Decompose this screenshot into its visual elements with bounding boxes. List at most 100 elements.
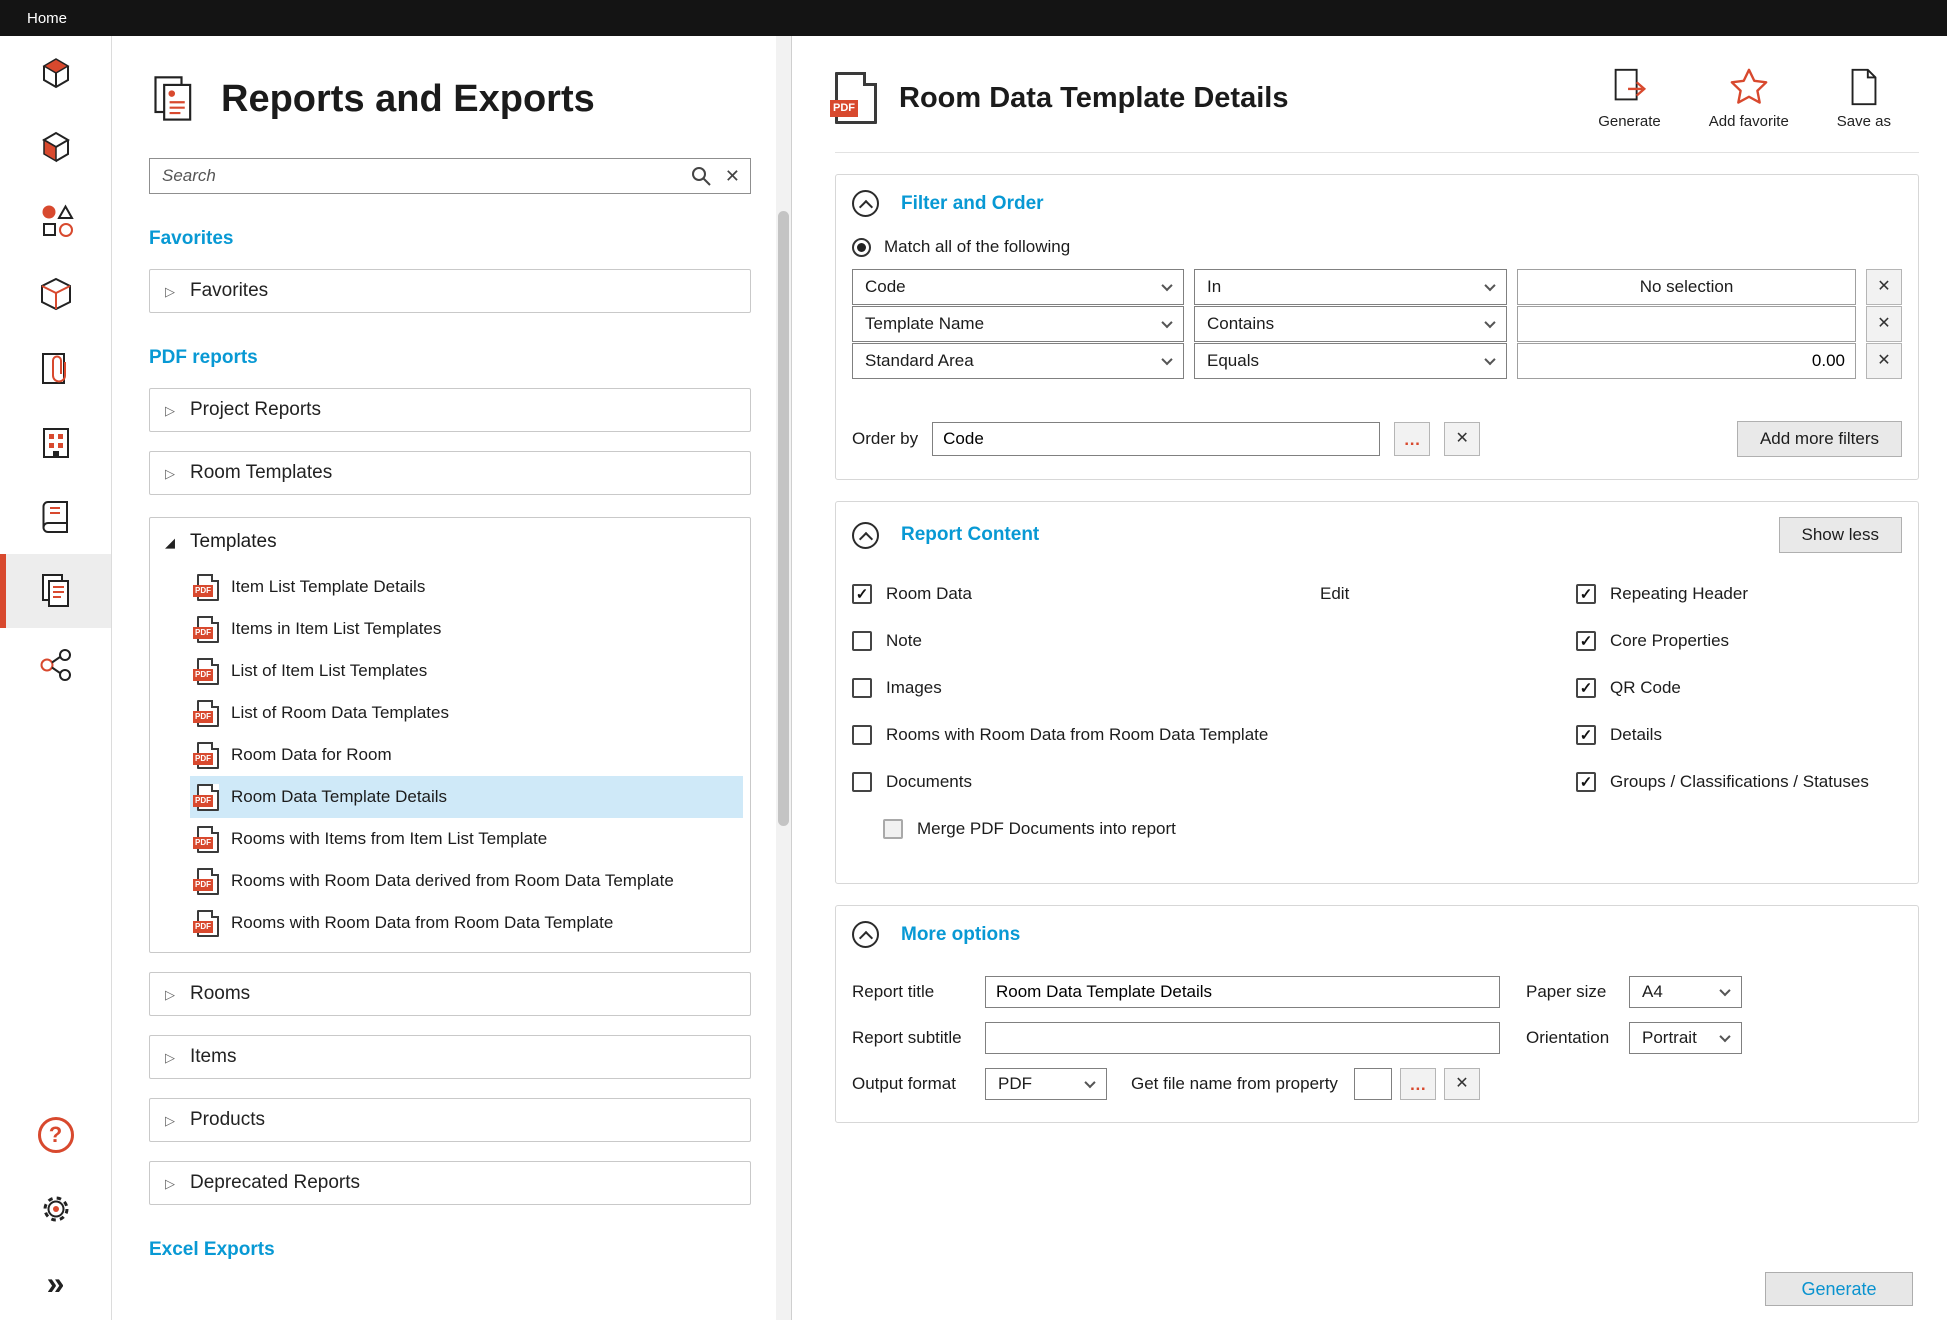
output-format-select[interactable]: PDF	[985, 1068, 1107, 1100]
groups-classifications-checkbox[interactable]: ✓	[1576, 772, 1596, 792]
checkbox-label: Details	[1610, 725, 1662, 745]
core-properties-checkbox[interactable]: ✓	[1576, 631, 1596, 651]
pdf-file-icon: PDF	[197, 784, 219, 811]
collapse-section-icon[interactable]	[852, 921, 879, 948]
match-all-label: Match all of the following	[884, 237, 1070, 257]
home-tab[interactable]: Home	[0, 0, 94, 36]
file-name-property-input[interactable]	[1354, 1068, 1392, 1100]
generate-button[interactable]: Generate	[1765, 1272, 1913, 1306]
rail-item-rooms[interactable]	[0, 36, 111, 110]
report-item[interactable]: PDF Rooms with Items from Item List Temp…	[190, 818, 743, 860]
edit-link[interactable]: Edit	[1320, 584, 1349, 604]
filter-operator-select[interactable]: In	[1194, 269, 1507, 305]
filter-field-select[interactable]: Code	[852, 269, 1184, 305]
rail-item-help[interactable]: ?	[0, 1098, 111, 1172]
scrollbar-track[interactable]	[776, 36, 791, 1320]
merge-pdf-checkbox[interactable]	[883, 819, 903, 839]
report-item-label: Items in Item List Templates	[231, 619, 441, 639]
group-favorites[interactable]: ▷ Favorites	[149, 269, 751, 313]
order-by-input[interactable]	[932, 422, 1380, 456]
filter-value-input[interactable]	[1528, 314, 1845, 334]
checkbox-label: Room Data	[886, 584, 972, 604]
group-templates-header[interactable]: ◢ Templates	[150, 518, 750, 566]
rail-item-catalog[interactable]	[0, 480, 111, 554]
collapse-section-icon[interactable]	[852, 190, 879, 217]
content-option-row: ✓ QR Code	[1576, 673, 1902, 703]
remove-filter-button[interactable]: ✕	[1866, 306, 1902, 342]
group-items[interactable]: ▷ Items	[149, 1035, 751, 1079]
add-favorite-action[interactable]: Add favorite	[1709, 66, 1789, 130]
rail-item-reports[interactable]	[0, 554, 111, 628]
group-room-templates[interactable]: ▷ Room Templates	[149, 451, 751, 495]
report-item[interactable]: PDF Items in Item List Templates	[190, 608, 743, 650]
match-all-radio[interactable]	[852, 238, 871, 257]
group-project-reports[interactable]: ▷ Project Reports	[149, 388, 751, 432]
filter-operator-select[interactable]: Equals	[1194, 343, 1507, 379]
filter-value-input[interactable]	[1528, 351, 1845, 371]
rail-item-plans[interactable]	[0, 110, 111, 184]
show-less-button[interactable]: Show less	[1779, 517, 1902, 553]
rail-item-attachments[interactable]	[0, 332, 111, 406]
save-as-icon	[1843, 66, 1885, 108]
report-item[interactable]: PDF Rooms with Room Data derived from Ro…	[190, 860, 743, 902]
generate-action[interactable]: Generate	[1598, 66, 1661, 130]
remove-filter-button[interactable]: ✕	[1866, 343, 1902, 379]
panel-title: Reports and Exports	[221, 78, 595, 121]
group-deprecated-reports[interactable]: ▷ Deprecated Reports	[149, 1161, 751, 1205]
filter-value-field[interactable]: No selection	[1517, 269, 1856, 305]
card-title: More options	[901, 924, 1020, 946]
search-icon[interactable]	[689, 164, 713, 188]
rail-item-settings[interactable]	[0, 1172, 111, 1246]
rooms-with-room-data-checkbox[interactable]	[852, 725, 872, 745]
filter-operator-select[interactable]: Contains	[1194, 306, 1507, 342]
get-file-name-label: Get file name from property	[1131, 1074, 1338, 1094]
rail-item-classifications[interactable]	[0, 184, 111, 258]
report-item[interactable]: PDF List of Item List Templates	[190, 650, 743, 692]
generate-icon	[1608, 66, 1650, 108]
rail-item-buildings[interactable]	[0, 406, 111, 480]
report-detail-panel: PDF Room Data Template Details Generate …	[792, 36, 1947, 1320]
group-label: Room Templates	[190, 462, 332, 484]
report-item[interactable]: PDF Rooms with Room Data from Room Data …	[190, 902, 743, 944]
filter-field-select[interactable]: Template Name	[852, 306, 1184, 342]
file-name-browse-button[interactable]: …	[1400, 1068, 1436, 1100]
add-more-filters-button[interactable]: Add more filters	[1737, 421, 1902, 457]
pdf-file-icon: PDF	[197, 868, 219, 895]
scrollbar-thumb[interactable]	[778, 211, 789, 826]
order-by-browse-button[interactable]: …	[1394, 422, 1430, 456]
checkbox-label: Note	[886, 631, 922, 651]
remove-filter-button[interactable]: ✕	[1866, 269, 1902, 305]
report-title-label: Report title	[852, 982, 985, 1002]
report-title-input[interactable]	[985, 976, 1500, 1008]
details-checkbox[interactable]: ✓	[1576, 725, 1596, 745]
clear-search-icon[interactable]: ✕	[725, 167, 740, 185]
report-item[interactable]: PDF List of Room Data Templates	[190, 692, 743, 734]
collapse-section-icon[interactable]	[852, 522, 879, 549]
note-checkbox[interactable]	[852, 631, 872, 651]
report-subtitle-input[interactable]	[985, 1022, 1500, 1054]
report-item-label: List of Item List Templates	[231, 661, 427, 681]
report-item[interactable]: PDF Item List Template Details	[190, 566, 743, 608]
repeating-header-checkbox[interactable]: ✓	[1576, 584, 1596, 604]
group-rooms[interactable]: ▷ Rooms	[149, 972, 751, 1016]
room-data-checkbox[interactable]: ✓	[852, 584, 872, 604]
filter-field-select[interactable]: Standard Area	[852, 343, 1184, 379]
group-label: Project Reports	[190, 399, 321, 421]
search-input[interactable]	[162, 166, 677, 186]
report-item-selected[interactable]: PDF Room Data Template Details	[190, 776, 743, 818]
report-item[interactable]: PDF Room Data for Room	[190, 734, 743, 776]
qr-code-checkbox[interactable]: ✓	[1576, 678, 1596, 698]
rail-item-network[interactable]	[0, 628, 111, 702]
file-name-clear-button[interactable]: ✕	[1444, 1068, 1480, 1100]
orientation-select[interactable]: Portrait	[1629, 1022, 1742, 1054]
order-by-clear-button[interactable]: ✕	[1444, 422, 1480, 456]
group-products[interactable]: ▷ Products	[149, 1098, 751, 1142]
images-checkbox[interactable]	[852, 678, 872, 698]
rail-item-products[interactable]	[0, 258, 111, 332]
double-chevron-icon: »	[47, 1267, 65, 1299]
documents-checkbox[interactable]	[852, 772, 872, 792]
select-value: Equals	[1207, 351, 1259, 371]
save-as-action[interactable]: Save as	[1837, 66, 1891, 130]
rail-item-expand[interactable]: »	[0, 1246, 111, 1320]
paper-size-select[interactable]: A4	[1629, 976, 1742, 1008]
